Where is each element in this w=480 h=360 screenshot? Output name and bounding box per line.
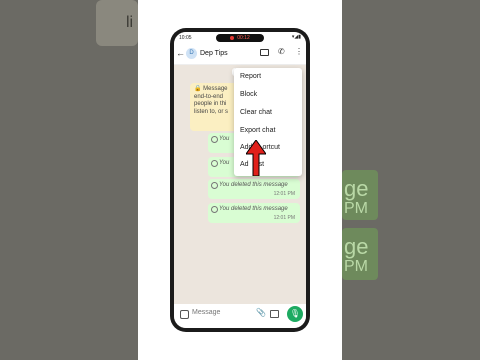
blurred-bubble: ge PM (342, 228, 378, 280)
menu-item-report[interactable]: Report (240, 73, 261, 80)
message-time: 12:01 PM (273, 191, 295, 197)
blurred-bubble: ge PM (342, 170, 378, 220)
chat-header: ← D Dep Tips ✆ ⋮ (174, 44, 306, 65)
deleted-icon (211, 182, 218, 189)
status-bar: 10:05 00:12 ▾◢▮ (174, 32, 306, 44)
back-arrow-icon[interactable]: ← (176, 48, 185, 58)
deleted-icon (211, 136, 218, 143)
recording-pill: 00:12 (216, 34, 264, 42)
message-text: You (219, 136, 230, 142)
video-call-icon[interactable] (260, 49, 269, 56)
notice-line: Message (203, 86, 228, 92)
blurred-text: li (126, 14, 134, 31)
message-text: You (219, 160, 230, 166)
message-text: You deleted this message (219, 206, 288, 212)
deleted-icon (211, 160, 218, 167)
mic-button[interactable]: 🎙 (287, 306, 303, 322)
recording-time: 00:12 (237, 35, 250, 41)
avatar[interactable]: D (186, 48, 197, 59)
more-options-icon[interactable]: ⋮ (295, 47, 303, 56)
deleted-icon (211, 206, 218, 213)
red-arrow-pointer-icon (246, 140, 266, 176)
menu-item-block[interactable]: Block (240, 91, 257, 98)
blurred-background-left: li (0, 0, 138, 360)
attach-icon[interactable]: 📎 (256, 308, 266, 317)
deleted-message[interactable]: You deleted this message 12:01 PM (208, 179, 300, 199)
message-time: 12:01 PM (273, 215, 295, 221)
blurred-background-right: ge PM ge PM (342, 0, 480, 360)
menu-item-clear-chat[interactable]: Clear chat (240, 109, 272, 116)
blurred-text: PM (344, 200, 368, 217)
phone-screen: 10:05 00:12 ▾◢▮ ← D Dep Tips ✆ ⋮ T 🔒 Mes… (174, 32, 306, 328)
sticker-icon[interactable] (180, 310, 189, 319)
status-time: 10:05 (179, 35, 192, 41)
blurred-text: ge (344, 176, 369, 201)
message-input-bar: Message 📎 🎙 (174, 304, 306, 328)
menu-item-export-chat[interactable]: Export chat (240, 127, 275, 134)
status-icons: ▾◢▮ (291, 34, 301, 40)
camera-icon[interactable] (270, 310, 279, 318)
message-text: You deleted this message (219, 182, 288, 188)
voice-call-icon[interactable]: ✆ (278, 47, 285, 56)
blurred-text: PM (344, 258, 368, 275)
blurred-text: ge (344, 234, 369, 259)
overflow-menu: Report Block Clear chat Export chat Add o… (234, 68, 302, 176)
deleted-message[interactable]: You deleted this message 12:01 PM (208, 203, 300, 223)
message-input[interactable]: Message (192, 309, 220, 316)
record-dot-icon (230, 36, 235, 40)
contact-name[interactable]: Dep Tips (200, 50, 228, 57)
